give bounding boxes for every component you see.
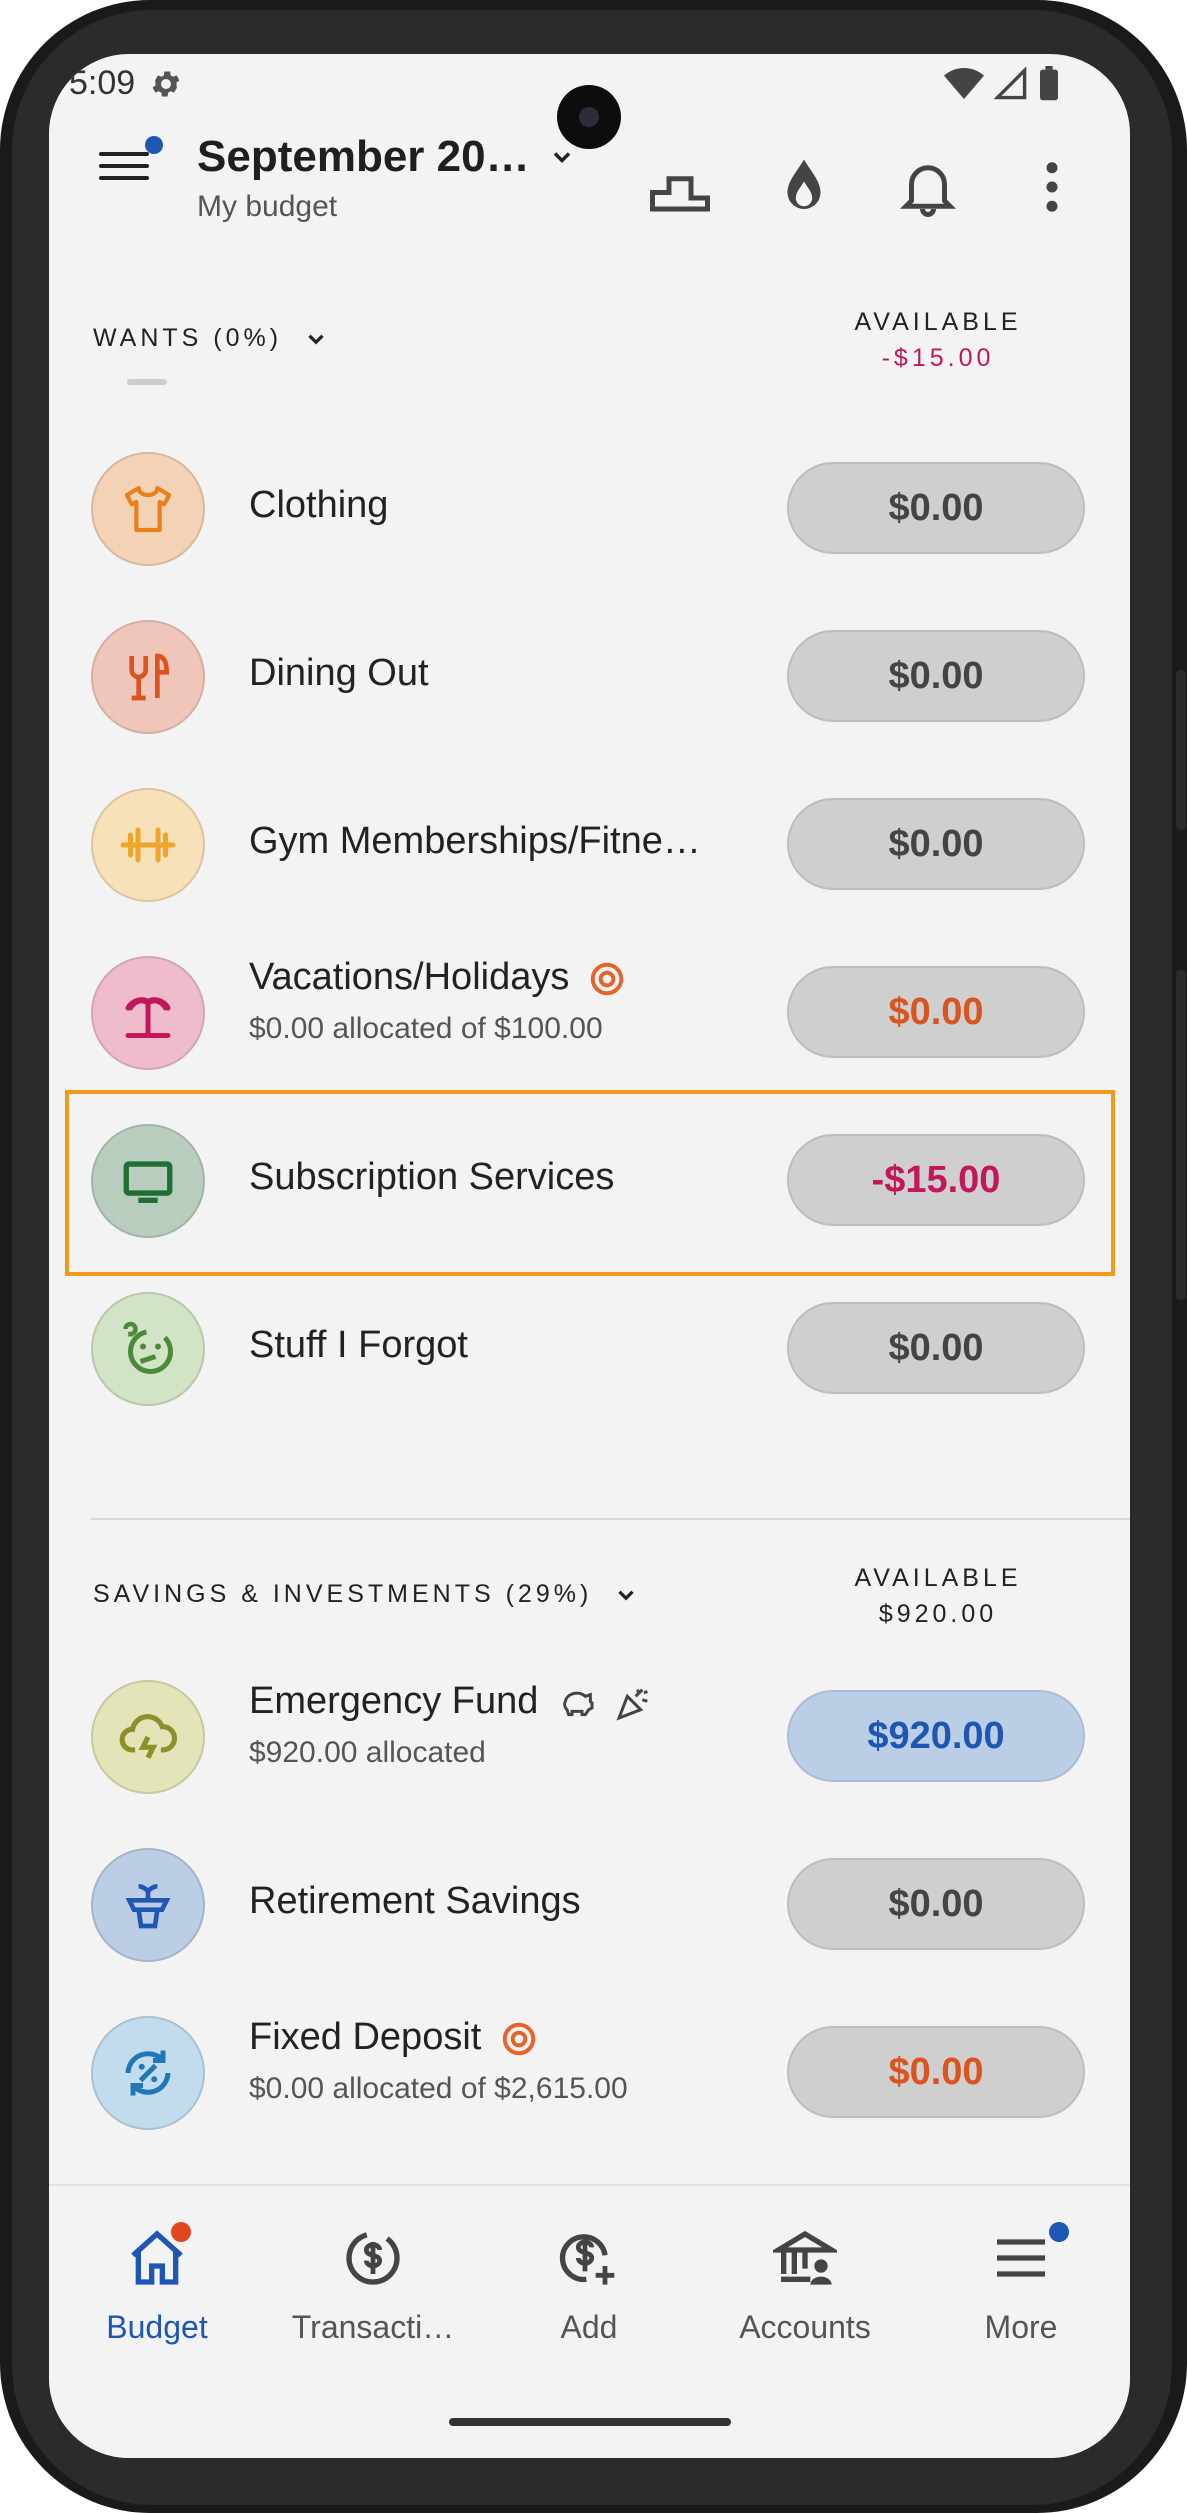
budget-notification-dot	[171, 2222, 191, 2242]
selection-highlight	[65, 1090, 1115, 1276]
category-name: Retirement Savings	[249, 1880, 581, 1922]
menu-notification-dot	[145, 136, 163, 154]
nav-transactions[interactable]: Transacti…	[265, 2226, 481, 2346]
wants-available: AVAILABLE -$15.00	[808, 304, 1068, 376]
goal-target-icon	[590, 962, 624, 996]
category-name: Vacations/Holidays	[249, 956, 570, 998]
chevron-down-icon	[553, 152, 571, 163]
bottom-navigation: Budget Transacti… Add Accounts More	[49, 2184, 1130, 2458]
plant-pot-icon	[91, 1848, 205, 1962]
category-row[interactable]: Vacations/Holidays $0.00 allocated of $1…	[49, 930, 1130, 1098]
menu-button[interactable]	[99, 144, 149, 184]
party-popper-icon	[615, 1688, 648, 1721]
percent-cycle-icon	[91, 2016, 205, 2130]
transactions-icon	[346, 2231, 400, 2285]
category-name: Dining Out	[249, 652, 429, 694]
category-available-pill[interactable]: $0.00	[787, 1302, 1085, 1394]
power-button	[1176, 970, 1186, 1300]
status-time: 5:09	[69, 64, 136, 102]
nav-more[interactable]: More	[913, 2226, 1129, 2346]
wifi-icon	[944, 68, 984, 99]
nav-label: Budget	[106, 2309, 208, 2345]
wants-section-title: WANTS (0%)	[93, 324, 283, 352]
savings-section-toggle[interactable]: SAVINGS & INVESTMENTS (29%)	[93, 1580, 639, 1609]
storm-cloud-icon	[91, 1680, 205, 1794]
utensils-icon	[91, 620, 205, 734]
scrolled-row-edge	[127, 379, 167, 385]
goal-target-icon	[502, 2022, 536, 2056]
category-available-pill[interactable]: $0.00	[787, 1858, 1085, 1950]
nav-label: More	[984, 2309, 1058, 2345]
piggy-bank-icon	[563, 1691, 594, 1717]
add-money-icon	[559, 2234, 615, 2285]
palm-tree-icon	[91, 956, 205, 1070]
status-bar: 5:09	[69, 64, 183, 103]
screen: 5:09 September 20… My budget WANTS (0%) …	[49, 54, 1130, 2458]
bank-icon	[768, 2230, 842, 2285]
category-name: Stuff I Forgot	[249, 1324, 468, 1366]
shirt-icon	[91, 452, 205, 566]
status-icons	[944, 66, 1060, 102]
menu-icon	[997, 2239, 1045, 2277]
budget-name: My budget	[197, 190, 338, 223]
category-available-pill[interactable]: $0.00	[787, 630, 1085, 722]
dumbbell-icon	[91, 788, 205, 902]
confused-face-icon	[91, 1292, 205, 1406]
savings-section-title: SAVINGS & INVESTMENTS (29%)	[93, 1580, 593, 1608]
category-available-pill[interactable]: $0.00	[787, 798, 1085, 890]
category-row[interactable]: Dining Out $0.00	[49, 594, 1130, 762]
volume-button	[1176, 670, 1186, 830]
category-row[interactable]: Fixed Deposit $0.00 allocated of $2,615.…	[49, 1990, 1130, 2158]
wants-available-value: -$15.00	[881, 344, 995, 372]
category-row[interactable]: Emergency Fund $920.00 allocated $920.00	[49, 1654, 1130, 1822]
chevron-down-icon	[618, 1590, 634, 1601]
category-row[interactable]: Gym Memberships/Fitne… $0.00	[49, 762, 1130, 930]
nav-budget[interactable]: Budget	[49, 2226, 265, 2346]
nav-label: Add	[560, 2309, 618, 2345]
nav-add[interactable]: Add	[481, 2226, 697, 2346]
category-available-pill[interactable]: $0.00	[787, 966, 1085, 1058]
category-name-with-goal: Fixed Deposit	[249, 2016, 538, 2059]
flame-icon[interactable]	[771, 154, 837, 220]
category-goal-progress: $0.00 allocated of $2,615.00	[249, 2072, 628, 2105]
wants-section-toggle[interactable]: WANTS (0%)	[93, 324, 329, 353]
chevron-down-icon	[308, 334, 324, 345]
category-available-pill[interactable]: $0.00	[787, 462, 1085, 554]
category-available-pill[interactable]: $920.00	[787, 1690, 1085, 1782]
savings-available-label: AVAILABLE	[854, 1564, 1022, 1592]
category-row[interactable]: Stuff I Forgot $0.00	[49, 1266, 1130, 1434]
category-name: Emergency Fund	[249, 1680, 539, 1722]
category-allocated: $920.00 allocated	[249, 1736, 486, 1769]
nav-label: Accounts	[739, 2309, 871, 2345]
page-title: September 20…	[197, 132, 530, 181]
more-vert-icon[interactable]	[1019, 154, 1085, 220]
category-row[interactable]: Clothing $0.00	[49, 426, 1130, 594]
gesture-home-bar[interactable]	[449, 2418, 731, 2426]
savings-available-value: $920.00	[878, 1600, 998, 1628]
cell-signal-icon	[994, 67, 1027, 100]
nav-accounts[interactable]: Accounts	[697, 2226, 913, 2346]
category-goal-progress: $0.00 allocated of $100.00	[249, 1012, 603, 1045]
budget-month-selector[interactable]: September 20…	[197, 132, 576, 182]
nav-label: Transacti…	[291, 2309, 455, 2345]
category-available-pill[interactable]: $0.00	[787, 2026, 1085, 2118]
category-row[interactable]: Retirement Savings $0.00	[49, 1822, 1130, 1990]
section-divider	[91, 1518, 1130, 1520]
category-name: Clothing	[249, 484, 389, 526]
category-name: Fixed Deposit	[249, 2016, 482, 2058]
category-name-with-goal: Vacations/Holidays	[249, 956, 626, 999]
bell-icon[interactable]	[895, 154, 961, 220]
battery-icon	[1040, 66, 1058, 101]
podium-icon[interactable]	[647, 154, 713, 220]
settings-gear-icon	[152, 71, 180, 96]
savings-available: AVAILABLE $920.00	[808, 1560, 1068, 1632]
more-notification-dot	[1049, 2222, 1069, 2242]
category-name-with-badges: Emergency Fund	[249, 1680, 654, 1723]
wants-available-label: AVAILABLE	[854, 308, 1022, 336]
category-name: Gym Memberships/Fitne…	[249, 820, 701, 862]
